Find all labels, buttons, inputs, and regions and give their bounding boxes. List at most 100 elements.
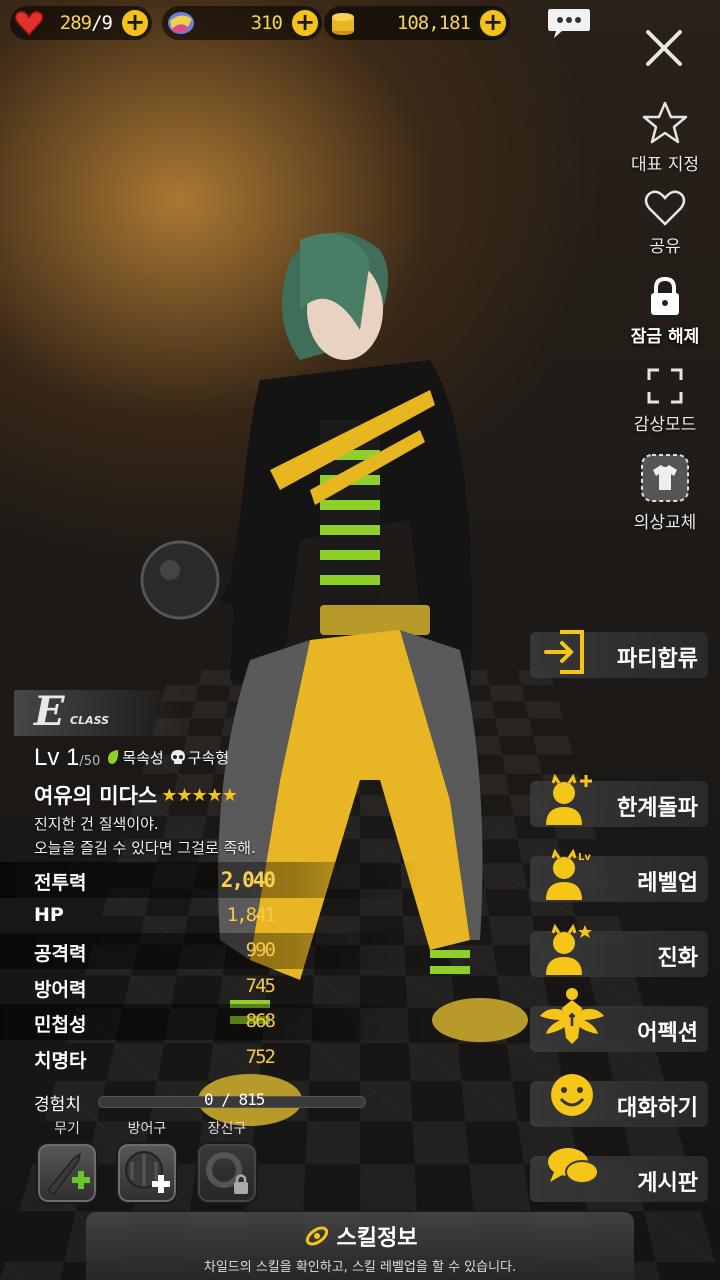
stat-value: 1,841 xyxy=(227,904,274,926)
stat-value: 752 xyxy=(246,1046,274,1068)
stat-row-agility: 민첩성 868 xyxy=(0,1004,420,1040)
level-line: Lv 1 /50 목속성 구속형 xyxy=(34,744,235,772)
rarity-stars: ★★★★★ xyxy=(161,785,237,806)
stamina-value: 289/9 xyxy=(60,12,112,34)
skill-orbit-icon xyxy=(303,1223,331,1249)
quote-line-2: 오늘을 즐길 수 있다면 그걸로 족해. xyxy=(34,836,256,860)
experience-label: 경험치 xyxy=(34,1090,81,1115)
stat-row-attack: 공격력 990 xyxy=(0,933,420,969)
gem-icon xyxy=(166,9,196,37)
character-name-line: 여유의 미다스 ★★★★★ xyxy=(34,780,237,810)
class-letter: E xyxy=(34,688,65,735)
armor-label: 방어구 xyxy=(114,1118,180,1138)
class-word: CLASS xyxy=(70,714,109,727)
stat-label: 민첩성 xyxy=(34,1010,86,1037)
weapon-slot[interactable]: 무기 xyxy=(34,1118,100,1204)
stats-table: 전투력 2,040 HP 1,841 공격력 990 방어력 745 민첩성 8… xyxy=(0,862,420,1075)
lock-icon xyxy=(645,276,685,318)
costume-change-button[interactable]: 의상교체 xyxy=(610,452,720,533)
armor-slot-box[interactable] xyxy=(116,1142,178,1204)
share-label: 공유 xyxy=(610,232,720,257)
attribute-tag: 목속성 xyxy=(106,747,163,768)
add-stamina-button[interactable]: + xyxy=(120,8,150,38)
level-up-icon: Lv xyxy=(542,848,596,904)
party-join-button[interactable]: 파티합류 xyxy=(530,632,708,678)
stat-row-defense: 방어력 745 xyxy=(0,969,420,1005)
stat-value: 990 xyxy=(246,939,274,961)
heart-outline-icon xyxy=(643,188,687,228)
unlock-button[interactable]: 잠금 해제 xyxy=(610,276,720,347)
stat-value: 2,040 xyxy=(221,868,274,892)
stamina-counter: 289/9 + xyxy=(10,6,152,40)
sword-add-icon xyxy=(38,1144,96,1202)
affection-label: 어펙션 xyxy=(637,1015,698,1047)
experience-value: 0 / 815 xyxy=(204,1090,264,1109)
stat-row-power: 전투력 2,040 xyxy=(0,862,420,898)
level-value: Lv 1 xyxy=(34,744,79,772)
stat-row-critical: 치명타 752 xyxy=(0,1040,420,1076)
affection-button[interactable]: 어펙션 xyxy=(530,1006,708,1052)
view-mode-label: 감상모드 xyxy=(610,410,720,435)
stat-label: 전투력 xyxy=(34,868,86,895)
skill-info-title: 스킬정보 xyxy=(337,1220,418,1252)
currency-bar: 289/9 + 310 + 108,181 + xyxy=(10,6,720,42)
gem-value: 310 xyxy=(251,12,282,34)
stat-value: 745 xyxy=(246,975,274,997)
character-name: 여유의 미다스 xyxy=(34,780,157,810)
skill-info-panel[interactable]: 스킬정보 차일드의 스킬을 확인하고, 스킬 레벨업을 할 수 있습니다. xyxy=(86,1212,634,1280)
set-representative-button[interactable]: 대표 지정 xyxy=(610,100,720,175)
accessory-slot[interactable]: 장신구 xyxy=(194,1118,260,1204)
weapon-label: 무기 xyxy=(34,1118,100,1138)
share-button[interactable]: 공유 xyxy=(610,188,720,257)
shield-add-icon xyxy=(118,1144,176,1202)
talk-label: 대화하기 xyxy=(617,1090,698,1122)
type-tag: 구속형 xyxy=(170,747,229,768)
set-representative-label: 대표 지정 xyxy=(610,150,720,175)
armor-slot[interactable]: 방어구 xyxy=(114,1118,180,1204)
stat-label: 치명타 xyxy=(34,1046,86,1073)
limit-break-label: 한계돌파 xyxy=(617,790,698,822)
stat-label: 공격력 xyxy=(34,939,86,966)
unlock-label: 잠금 해제 xyxy=(610,322,720,347)
star-outline-icon xyxy=(641,100,689,146)
evolve-button[interactable]: 진화 xyxy=(530,931,708,977)
character-quote: 진지한 건 질색이야. 오늘을 즐길 수 있다면 그걸로 족해. xyxy=(34,812,256,860)
leaf-icon xyxy=(106,749,120,765)
weapon-slot-box[interactable] xyxy=(36,1142,98,1204)
limit-break-button[interactable]: 한계돌파 xyxy=(530,781,708,827)
gem-counter: 310 + xyxy=(162,6,322,40)
evolve-label: 진화 xyxy=(658,940,698,972)
skull-icon xyxy=(170,749,186,765)
smiley-icon xyxy=(548,1071,596,1119)
party-join-label: 파티합류 xyxy=(617,641,698,673)
gold-coins-icon xyxy=(328,9,358,37)
talk-button[interactable]: 대화하기 xyxy=(530,1081,708,1127)
evolve-icon xyxy=(542,923,596,979)
heart-icon xyxy=(14,9,44,37)
quote-line-1: 진지한 건 질색이야. xyxy=(34,812,256,836)
accessory-slot-box[interactable] xyxy=(196,1142,258,1204)
chat-icon[interactable] xyxy=(546,6,592,40)
view-mode-button[interactable]: 감상모드 xyxy=(610,366,720,435)
gold-counter: 108,181 + xyxy=(324,6,510,40)
stat-row-hp: HP 1,841 xyxy=(0,898,420,934)
skill-info-title-line: 스킬정보 xyxy=(86,1220,634,1252)
experience-bar: 경험치 0 / 815 xyxy=(34,1090,374,1114)
skill-info-description: 차일드의 스킬을 확인하고, 스킬 레벨업을 할 수 있습니다. xyxy=(86,1256,634,1275)
enter-door-icon xyxy=(542,626,592,678)
winged-emblem-icon xyxy=(538,986,606,1050)
level-up-button[interactable]: Lv 레벨업 xyxy=(530,856,708,902)
limit-break-icon xyxy=(542,773,596,829)
speech-bubbles-icon xyxy=(546,1144,600,1190)
add-gold-button[interactable]: + xyxy=(478,8,508,38)
accessory-label: 장신구 xyxy=(194,1118,260,1138)
fullscreen-icon xyxy=(645,366,685,406)
board-label: 게시판 xyxy=(637,1165,698,1197)
stat-label: HP xyxy=(34,904,64,926)
add-gem-button[interactable]: + xyxy=(290,8,320,38)
costume-change-label: 의상교체 xyxy=(610,508,720,533)
gold-value: 108,181 xyxy=(397,12,470,34)
close-icon[interactable] xyxy=(640,24,688,72)
board-button[interactable]: 게시판 xyxy=(530,1156,708,1202)
ring-locked-icon xyxy=(198,1144,256,1202)
